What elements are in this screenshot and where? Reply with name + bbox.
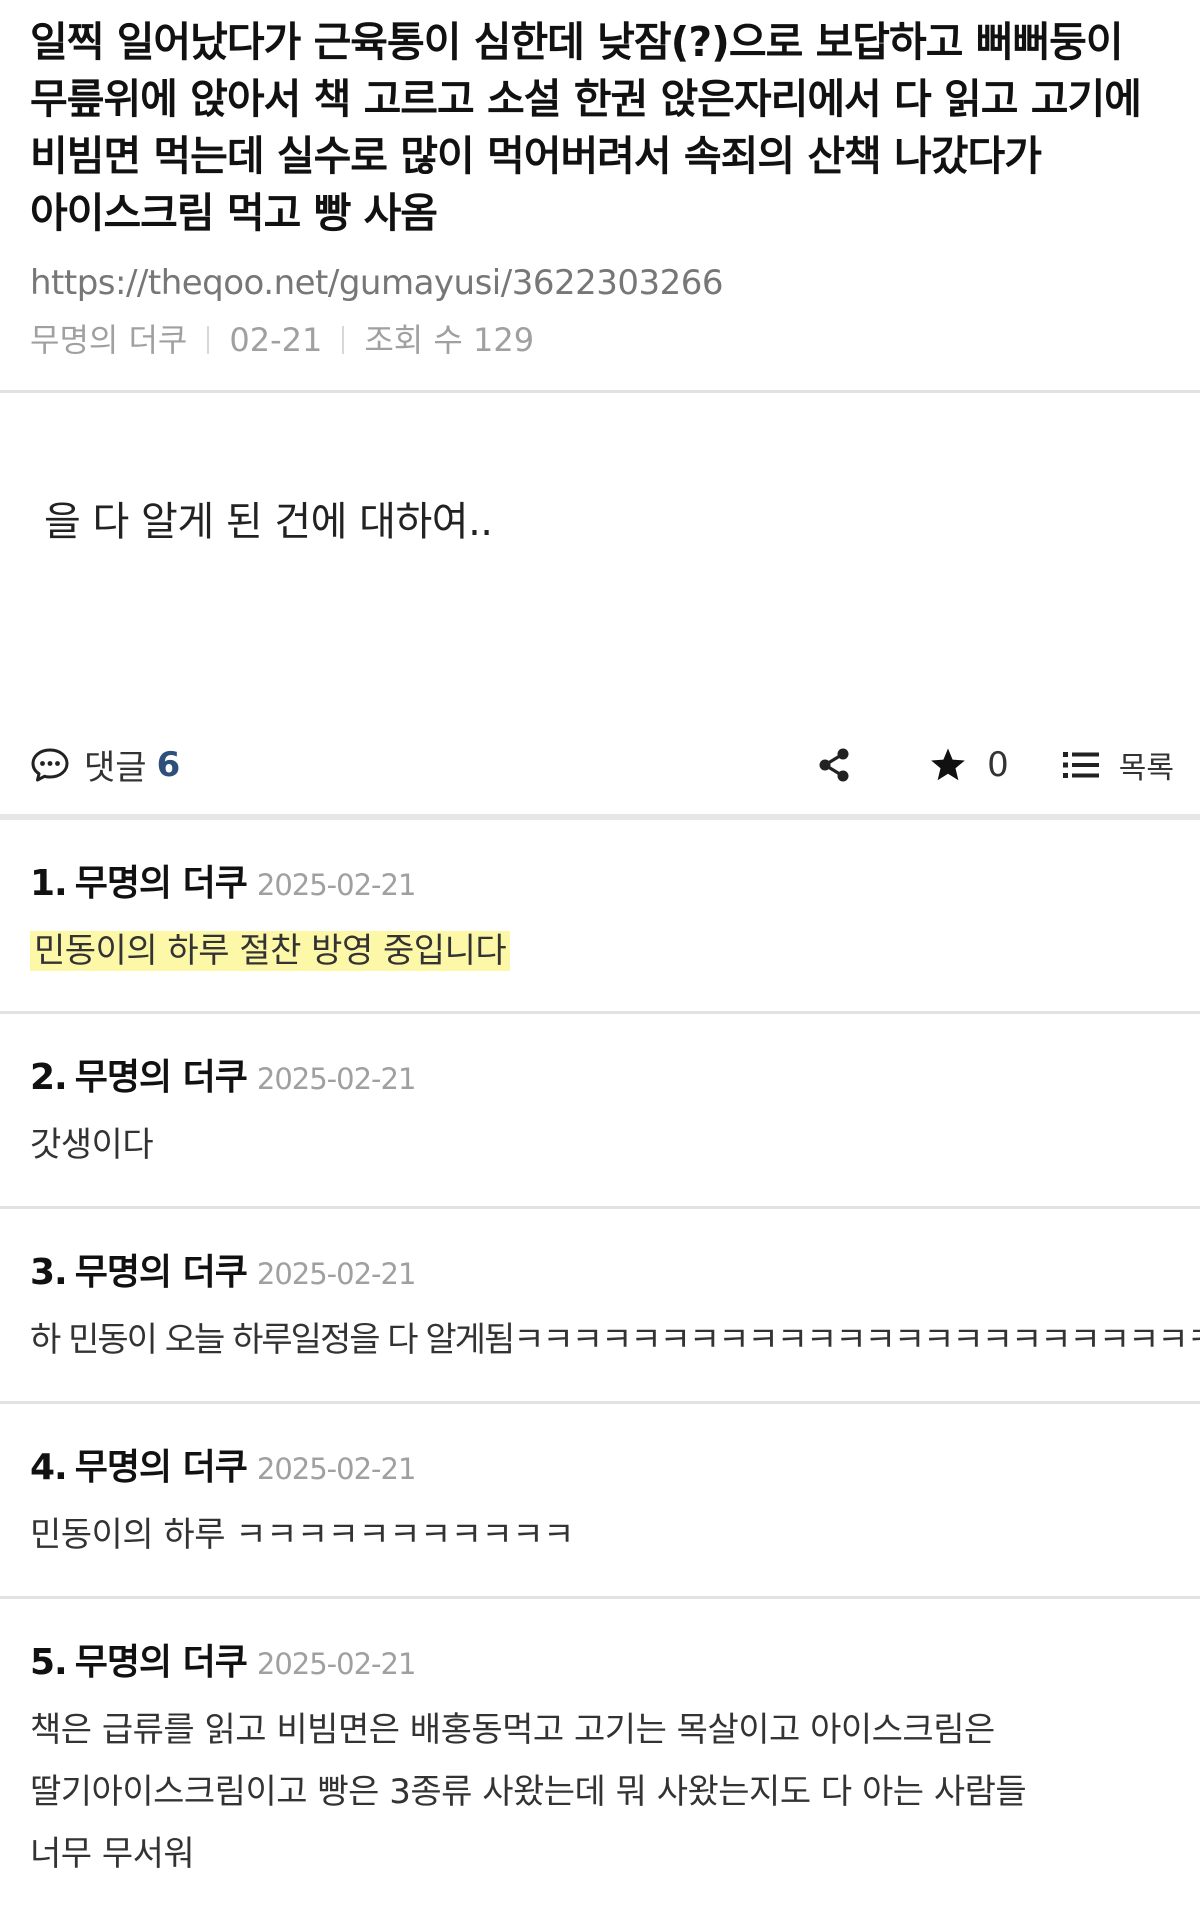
post-actions-bar: 댓글 6 0 목록 bbox=[0, 715, 1200, 820]
post-title: 일찍 일어났다가 근육통이 심한데 낮잠(?)으로 보답하고 뻐뻐둥이 무릎위에… bbox=[30, 18, 1142, 237]
comment-text-continued: 너무 무서워 bbox=[30, 1834, 195, 1874]
share-icon bbox=[819, 748, 849, 781]
list-button[interactable]: 목록 bbox=[1062, 743, 1174, 787]
comment-author: 무명의 더쿠 bbox=[74, 1057, 248, 1098]
comment-date: 2025-02-21 bbox=[256, 1257, 417, 1291]
comment-number: 2. bbox=[30, 1057, 68, 1098]
comment-number: 4. bbox=[30, 1447, 68, 1488]
post-url[interactable]: https://theqoo.net/gumayusi/3622303266 bbox=[30, 260, 1172, 306]
post-meta: 무명의 더쿠 02-21 조회 수 129 bbox=[30, 318, 1172, 362]
comment-item: 1. 무명의 더쿠 2025-02-21 민동이의 하루 절찬 방영 중입니다 bbox=[0, 820, 1200, 1014]
comment-author: 무명의 더쿠 bbox=[74, 1642, 248, 1683]
speech-bubble-icon bbox=[31, 748, 69, 781]
share-button[interactable] bbox=[817, 747, 851, 783]
comment-header: 1. 무명의 더쿠 2025-02-21 bbox=[30, 820, 1170, 906]
post-header: 일찍 일어났다가 근육통이 심한데 낮잠(?)으로 보답하고 뻐뻐둥이 무릎위에… bbox=[0, 0, 1200, 393]
comment-date: 2025-02-21 bbox=[256, 1452, 417, 1486]
comment-date: 2025-02-21 bbox=[256, 1647, 417, 1681]
star-icon bbox=[931, 748, 965, 780]
post-body: 을 다 알게 된 건에 대하여.. bbox=[0, 393, 1200, 715]
post-body-text: 을 다 알게 된 건에 대하여.. bbox=[44, 499, 493, 545]
comment-author: 무명의 더쿠 bbox=[74, 863, 248, 904]
comment-text: 책은 급류를 읽고 비빔면은 배홍동먹고 고기는 목살이고 아이스크림은 딸기아… bbox=[30, 1710, 1027, 1812]
comment-number: 5. bbox=[30, 1642, 68, 1683]
comment-text: 민동이의 하루 ㅋㅋㅋㅋㅋㅋㅋㅋㅋㅋㅋ bbox=[30, 1515, 574, 1555]
comment-item: 5. 무명의 더쿠 2025-02-21 책은 급류를 읽고 비빔면은 배홍동먹… bbox=[0, 1599, 1200, 1885]
comment-highlighted-text: 민동이의 하루 절찬 방영 중입니다 bbox=[30, 931, 511, 971]
star-count: 0 bbox=[987, 744, 1009, 785]
post-author: 무명의 더쿠 bbox=[30, 321, 188, 359]
comment-text: 민동이의 하루 절찬 방영 중입니다 bbox=[30, 920, 1170, 982]
right-actions: 0 목록 bbox=[817, 743, 1174, 787]
comment-item: 2. 무명의 더쿠 2025-02-21 갓생이다 bbox=[0, 1014, 1200, 1209]
comment-author: 무명의 더쿠 bbox=[74, 1447, 248, 1488]
list-label: 목록 bbox=[1118, 750, 1174, 786]
star-button[interactable]: 0 bbox=[929, 745, 1009, 785]
comment-number: 1. bbox=[30, 863, 68, 904]
post-date: 02-21 bbox=[229, 321, 323, 359]
comment-item: 4. 무명의 더쿠 2025-02-21 민동이의 하루 ㅋㅋㅋㅋㅋㅋㅋㅋㅋㅋㅋ bbox=[0, 1404, 1200, 1599]
comment-number: 3. bbox=[30, 1252, 68, 1293]
comment-author: 무명의 더쿠 bbox=[74, 1252, 248, 1293]
comment-date: 2025-02-21 bbox=[256, 1062, 417, 1096]
comment-header: 5. 무명의 더쿠 2025-02-21 bbox=[30, 1599, 1170, 1685]
comments-label: 댓글 bbox=[84, 748, 147, 788]
list-icon bbox=[1062, 751, 1099, 778]
comment-text: 갓생이다 bbox=[30, 1125, 154, 1165]
meta-divider bbox=[342, 326, 345, 354]
comment-date: 2025-02-21 bbox=[256, 868, 417, 902]
comment-header: 4. 무명의 더쿠 2025-02-21 bbox=[30, 1404, 1170, 1490]
comments-button[interactable]: 댓글 6 bbox=[30, 740, 180, 789]
comments-count: 6 bbox=[156, 744, 181, 785]
meta-divider bbox=[207, 326, 210, 354]
post-views: 조회 수 129 bbox=[364, 321, 535, 359]
comment-text: 하 민동이 오늘 하루일정을 다 알게됨ㅋㅋㅋㅋㅋㅋㅋㅋㅋㅋㅋㅋㅋㅋㅋㅋㅋㅋㅋㅋ… bbox=[30, 1320, 1200, 1360]
comment-item: 3. 무명의 더쿠 2025-02-21 하 민동이 오늘 하루일정을 다 알게… bbox=[0, 1209, 1200, 1404]
comment-header: 2. 무명의 더쿠 2025-02-21 bbox=[30, 1014, 1170, 1100]
comment-header: 3. 무명의 더쿠 2025-02-21 bbox=[30, 1209, 1170, 1295]
